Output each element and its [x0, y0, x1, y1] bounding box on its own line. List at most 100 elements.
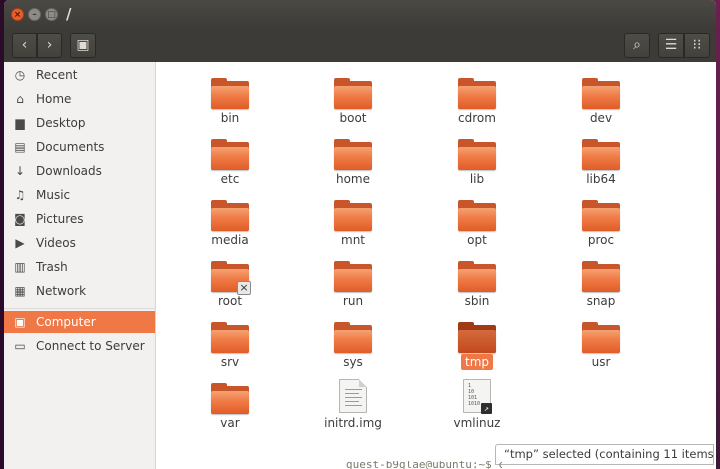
file-item-sys[interactable]: sys	[303, 314, 403, 372]
file-item-vmlinuz[interactable]: 1 10 101 1010 ↗ vmlinuz	[427, 375, 527, 433]
file-item-run[interactable]: run	[303, 253, 403, 311]
selection-status: “tmp” selected (containing 11 items)	[495, 444, 714, 465]
sidebar-item-recent[interactable]: ◷ Recent	[4, 64, 155, 86]
computer-icon: ▣	[14, 315, 26, 329]
camera-icon: ◙	[14, 212, 26, 226]
file-name-text: snap	[586, 294, 616, 308]
file-name-label: vmlinuz	[427, 416, 527, 430]
file-name-label: srv	[180, 355, 280, 369]
file-name-text: home	[335, 172, 371, 186]
file-item-tmp[interactable]: tmp	[427, 314, 527, 372]
file-name-label: media	[180, 233, 280, 247]
list-view-button[interactable]: ☰	[658, 33, 684, 58]
sidebar-item-label: Recent	[36, 68, 78, 82]
file-item-lib64[interactable]: lib64	[551, 131, 651, 189]
file-item-cdrom[interactable]: cdrom	[427, 70, 527, 128]
binary-file-icon: 1 10 101 1010 ↗	[463, 379, 492, 414]
file-item-proc[interactable]: proc	[551, 192, 651, 250]
file-name-text: sbin	[464, 294, 490, 308]
file-name-label: initrd.img	[303, 416, 403, 430]
grid-view-button[interactable]: ⁝⁝	[684, 33, 710, 58]
file-name-label: run	[303, 294, 403, 308]
terminal-peek: guest-b9glae@ubuntu:~$ cd desktop	[322, 461, 502, 469]
sidebar-item-videos[interactable]: ▶ Videos	[4, 232, 155, 254]
sidebar-item-desktop[interactable]: ▆ Desktop	[4, 112, 155, 134]
download-icon: ↓	[14, 164, 26, 178]
file-name-label: dev	[551, 111, 651, 125]
close-window-button[interactable]: ×	[11, 8, 24, 21]
file-item-root[interactable]: × root	[180, 253, 280, 311]
maximize-window-button[interactable]: □	[45, 8, 58, 21]
sidebar-item-downloads[interactable]: ↓ Downloads	[4, 160, 155, 182]
sidebar-item-documents[interactable]: ▤ Documents	[4, 136, 155, 158]
file-item-bin[interactable]: bin	[180, 70, 280, 128]
file-item-home[interactable]: home	[303, 131, 403, 189]
file-item-dev[interactable]: dev	[551, 70, 651, 128]
file-item-media[interactable]: media	[180, 192, 280, 250]
file-name-text: sys	[343, 355, 363, 369]
sidebar-item-pictures[interactable]: ◙ Pictures	[4, 208, 155, 230]
file-name-label: proc	[551, 233, 651, 247]
sidebar-item-trash[interactable]: ▥ Trash	[4, 256, 155, 278]
file-name-text: lib64	[586, 172, 616, 186]
sidebar-item-connect-to-server[interactable]: ▭ Connect to Server	[4, 335, 155, 357]
file-item-etc[interactable]: etc	[180, 131, 280, 189]
file-item-boot[interactable]: boot	[303, 70, 403, 128]
document-icon: ▤	[14, 140, 26, 154]
computer-path-button[interactable]: ▣	[70, 33, 96, 58]
search-button[interactable]: ⌕	[624, 33, 650, 58]
sidebar-item-label: Downloads	[36, 164, 102, 178]
file-item-initrd-img[interactable]: initrd.img	[303, 375, 403, 433]
file-item-mnt[interactable]: mnt	[303, 192, 403, 250]
folder-icon	[211, 139, 249, 170]
sidebar-item-network[interactable]: ▦ Network	[4, 280, 155, 302]
sidebar-item-computer[interactable]: ▣ Computer	[4, 311, 155, 333]
folder-icon	[582, 322, 620, 353]
sidebar-item-label: Music	[36, 188, 71, 202]
folder-icon	[582, 139, 620, 170]
folder-icon	[582, 78, 620, 109]
file-name-text: srv	[220, 355, 240, 369]
title-bar[interactable]: × – □ /	[4, 0, 716, 30]
file-name-label: sys	[303, 355, 403, 369]
file-name-label: opt	[427, 233, 527, 247]
back-button[interactable]: ‹	[12, 33, 37, 58]
file-name-label: lib64	[551, 172, 651, 186]
forward-button[interactable]: ›	[37, 33, 62, 58]
file-item-snap[interactable]: snap	[551, 253, 651, 311]
file-name-text: mnt	[341, 233, 365, 247]
file-item-sbin[interactable]: sbin	[427, 253, 527, 311]
file-name-label: cdrom	[427, 111, 527, 125]
file-item-var[interactable]: var	[180, 375, 280, 433]
server-icon: ▭	[14, 339, 26, 353]
file-name-text: opt	[467, 233, 487, 247]
sidebar-separator	[4, 308, 155, 309]
file-view: bin boot cdrom dev etc home lib lib64 media mnt op…	[157, 62, 716, 469]
file-item-usr[interactable]: usr	[551, 314, 651, 372]
file-item-srv[interactable]: srv	[180, 314, 280, 372]
folder-icon	[334, 139, 372, 170]
folder-icon: ×	[211, 261, 251, 295]
file-item-lib[interactable]: lib	[427, 131, 527, 189]
file-name-label: usr	[551, 355, 651, 369]
symlink-arrow-icon: ↗	[481, 403, 492, 414]
no-access-emblem-icon: ×	[237, 281, 251, 295]
folder-icon: ▆	[15, 116, 25, 130]
file-name-text: root	[217, 294, 243, 308]
minimize-window-button[interactable]: –	[28, 8, 41, 21]
folder-icon	[334, 261, 372, 292]
clock-icon: ◷	[14, 68, 26, 82]
file-name-label: boot	[303, 111, 403, 125]
file-name-label: root	[180, 294, 280, 308]
file-name-text: proc	[587, 233, 615, 247]
folder-icon	[458, 322, 496, 353]
file-item-opt[interactable]: opt	[427, 192, 527, 250]
terminal-text: guest-b9glae@ubuntu:~$ cd desktop	[346, 461, 502, 469]
sidebar-item-label: Videos	[36, 236, 76, 250]
file-name-text: vmlinuz	[453, 416, 501, 430]
file-manager-window: × – □ / ‹ › ▣ ⌕ ☰ ⁝⁝ ◷ Recent ⌂ Home ▆ Deskto…	[4, 0, 716, 469]
sidebar-item-music[interactable]: ♫ Music	[4, 184, 155, 206]
file-name-label: tmp	[427, 354, 527, 370]
file-name-text: tmp	[460, 354, 493, 370]
sidebar-item-home[interactable]: ⌂ Home	[4, 88, 155, 110]
